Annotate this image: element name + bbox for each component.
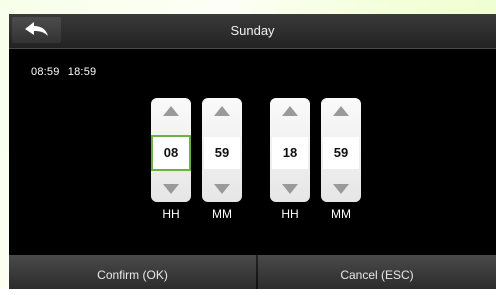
up-triangle-icon bbox=[214, 106, 230, 116]
start-time-text: 08:59 bbox=[31, 66, 60, 78]
end-minute-spinner: 59 bbox=[321, 98, 361, 202]
down-triangle-icon bbox=[214, 184, 230, 194]
up-triangle-icon bbox=[333, 106, 349, 116]
start-minute-unit-label: MM bbox=[212, 207, 232, 221]
start-minute-increment-button[interactable] bbox=[202, 98, 242, 124]
start-hour-increment-button[interactable] bbox=[151, 98, 191, 124]
start-hour-value[interactable]: 08 bbox=[151, 135, 191, 171]
time-period-screen: Sunday 08:59 18:59 08 59 18 59 HH MM HH … bbox=[9, 14, 496, 289]
start-minute-decrement-button[interactable] bbox=[202, 176, 242, 202]
end-minute-value[interactable]: 59 bbox=[323, 137, 359, 169]
end-time-text: 18:59 bbox=[67, 66, 97, 78]
end-hour-value[interactable]: 18 bbox=[272, 137, 308, 169]
end-hour-spinner: 18 bbox=[270, 98, 310, 202]
start-minute-value[interactable]: 59 bbox=[204, 137, 240, 169]
start-minute-spinner: 59 bbox=[202, 98, 242, 202]
down-triangle-icon bbox=[282, 184, 298, 194]
action-bar: Confirm (OK) Cancel (ESC) bbox=[9, 255, 496, 289]
end-hour-increment-button[interactable] bbox=[270, 98, 310, 124]
title-bar: Sunday bbox=[9, 14, 496, 49]
end-hour-decrement-button[interactable] bbox=[270, 176, 310, 202]
end-minute-increment-button[interactable] bbox=[321, 98, 361, 124]
start-hour-unit-label: HH bbox=[162, 207, 180, 221]
end-hour-unit-label: HH bbox=[281, 207, 299, 221]
start-hour-decrement-button[interactable] bbox=[151, 176, 191, 202]
end-minute-unit-label: MM bbox=[331, 207, 351, 221]
end-minute-decrement-button[interactable] bbox=[321, 176, 361, 202]
up-triangle-icon bbox=[163, 106, 179, 116]
down-triangle-icon bbox=[163, 184, 179, 194]
confirm-button[interactable]: Confirm (OK) bbox=[9, 255, 256, 289]
down-triangle-icon bbox=[333, 184, 349, 194]
up-triangle-icon bbox=[282, 106, 298, 116]
cancel-button[interactable]: Cancel (ESC) bbox=[258, 255, 496, 289]
start-hour-spinner: 08 bbox=[151, 98, 191, 202]
time-range-summary: 08:59 18:59 bbox=[31, 66, 101, 78]
page-title: Sunday bbox=[230, 23, 275, 38]
